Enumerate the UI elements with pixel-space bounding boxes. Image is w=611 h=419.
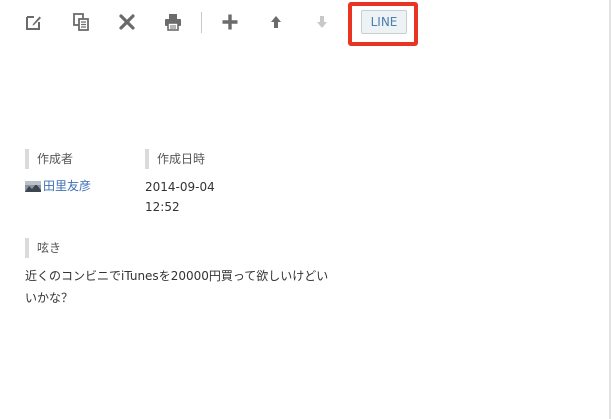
edit-button[interactable] [22, 10, 46, 34]
created-at-label: 作成日時 [145, 149, 255, 169]
print-icon [165, 14, 181, 31]
move-down-button[interactable] [310, 10, 334, 34]
author-label: 作成者 [25, 149, 125, 169]
print-button[interactable] [161, 10, 185, 34]
author-link[interactable]: 田里友彦 [25, 178, 91, 194]
arrow-down-icon [317, 16, 327, 28]
delete-icon [119, 14, 135, 30]
edit-icon [26, 16, 41, 30]
tweet-text: 近くのコンビニでiTunesを20000円買って欲しいけどいいかな？ [25, 269, 329, 305]
created-at-value: 2014-09-04 12:52 [145, 177, 245, 217]
add-button[interactable] [218, 10, 242, 34]
created-date: 2014-09-04 [145, 180, 215, 194]
delete-button[interactable] [115, 10, 139, 34]
toolbar-separator [201, 12, 202, 33]
author-name: 田里友彦 [43, 179, 92, 193]
add-icon [222, 14, 238, 30]
move-up-button[interactable] [264, 10, 288, 34]
created-time: 12:52 [145, 200, 180, 214]
toolbar: LINE [0, 0, 611, 48]
tweet-label: 呟き [25, 238, 125, 258]
copy-button[interactable] [69, 10, 93, 34]
avatar [25, 180, 41, 192]
copy-icon [73, 13, 89, 31]
arrow-up-icon [271, 16, 281, 28]
line-share-button[interactable]: LINE [361, 10, 407, 34]
